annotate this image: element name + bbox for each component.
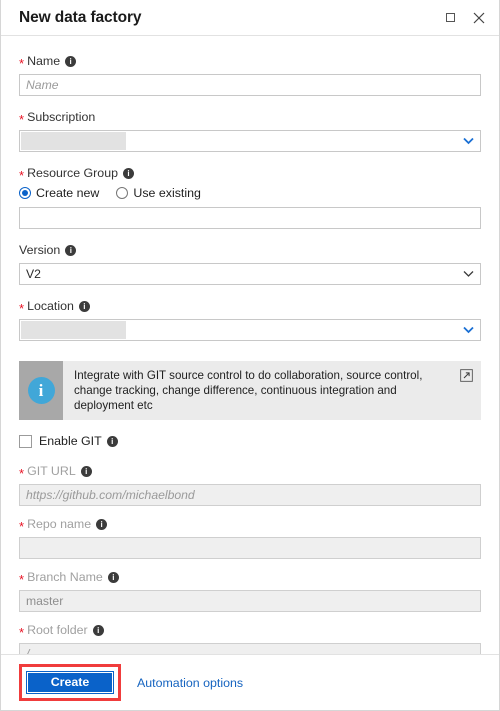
info-icon[interactable]: i	[78, 301, 90, 312]
radio-dot	[116, 187, 129, 199]
label-location: * Location i	[19, 299, 481, 316]
enable-git-row[interactable]: Enable GIT i	[19, 434, 481, 448]
radio-create-new[interactable]: Create new	[19, 186, 99, 200]
close-x-icon	[473, 12, 485, 23]
info-icon[interactable]: i	[80, 466, 92, 477]
label-name: * Name i	[19, 54, 481, 71]
required-asterisk: *	[19, 167, 25, 183]
chevron-down-icon	[463, 271, 474, 277]
info-icon[interactable]: i	[96, 519, 108, 530]
create-button-highlight: Create	[19, 664, 121, 701]
banner-icon-area: i	[19, 361, 63, 420]
radio-use-existing-label: Use existing	[133, 186, 201, 200]
field-resource-group: * Resource Group i Create new Use existi…	[19, 166, 481, 229]
label-root-folder-text: Root folder	[27, 623, 88, 637]
resource-group-radio-group: Create new Use existing	[19, 186, 481, 200]
enable-git-label: Enable GIT	[39, 434, 102, 448]
banner-link-button[interactable]	[451, 361, 481, 420]
enable-git-label-wrap: Enable GIT i	[39, 434, 118, 448]
create-button[interactable]: Create	[26, 671, 114, 694]
required-asterisk: *	[19, 624, 25, 640]
blade-footer: Create Automation options	[1, 654, 499, 710]
label-subscription: * Subscription	[19, 110, 481, 127]
location-dropdown[interactable]	[19, 319, 481, 341]
required-asterisk: *	[19, 465, 25, 481]
external-link-icon	[459, 369, 473, 382]
root-folder-input: /	[19, 643, 481, 654]
page-title: New data factory	[19, 8, 142, 26]
git-info-banner: i Integrate with GIT source control to d…	[19, 361, 481, 420]
enable-git-checkbox[interactable]	[19, 434, 32, 448]
label-git-url-text: GIT URL	[27, 464, 76, 478]
label-name-text: Name	[27, 54, 61, 68]
label-branch-name-text: Branch Name	[27, 570, 103, 584]
required-asterisk: *	[19, 571, 25, 587]
info-icon[interactable]: i	[122, 168, 134, 179]
new-data-factory-blade: New data factory * Name i Name * Subscri…	[0, 0, 500, 711]
label-branch-name: * Branch Name i	[19, 570, 481, 587]
branch-name-placeholder: master	[26, 594, 64, 608]
label-repo-name: * Repo name i	[19, 517, 481, 534]
info-icon[interactable]: i	[65, 56, 77, 67]
repo-name-input	[19, 537, 481, 559]
resource-group-input[interactable]	[19, 207, 481, 229]
label-resource-group-text: Resource Group	[27, 166, 118, 180]
required-asterisk: *	[19, 300, 25, 316]
label-version: Version i	[19, 243, 481, 258]
label-root-folder: * Root folder i	[19, 623, 481, 640]
info-circle-icon: i	[27, 377, 55, 404]
maximize-square-icon	[445, 13, 455, 22]
redaction-block	[21, 132, 126, 150]
label-version-text: Version	[19, 243, 61, 257]
version-dropdown[interactable]: V2	[19, 263, 481, 285]
label-resource-group: * Resource Group i	[19, 166, 481, 183]
field-git-url: * GIT URL i https://github.com/michaelbo…	[19, 464, 481, 506]
required-asterisk: *	[19, 518, 25, 534]
field-repo-name: * Repo name i	[19, 517, 481, 559]
info-icon[interactable]: i	[107, 572, 119, 583]
version-value: V2	[26, 267, 41, 281]
blade-titlebar: New data factory	[1, 0, 499, 36]
chevron-down-icon	[463, 137, 474, 145]
info-icon[interactable]: i	[106, 435, 118, 447]
label-git-url: * GIT URL i	[19, 464, 481, 481]
field-subscription: * Subscription	[19, 110, 481, 152]
chevron-down-icon	[463, 326, 474, 334]
required-asterisk: *	[19, 55, 25, 71]
automation-options-link[interactable]: Automation options	[137, 676, 243, 690]
git-url-placeholder: https://github.com/michaelbond	[26, 488, 195, 502]
maximize-button[interactable]	[442, 10, 458, 26]
redaction-block	[21, 321, 126, 339]
banner-text: Integrate with GIT source control to do …	[74, 369, 423, 412]
field-location: * Location i	[19, 299, 481, 341]
radio-dot-selected	[19, 187, 31, 199]
info-icon[interactable]: i	[92, 625, 104, 636]
form-body: * Name i Name * Subscription * Resource …	[1, 36, 499, 654]
close-button[interactable]	[471, 10, 487, 26]
radio-create-new-label: Create new	[36, 186, 100, 200]
info-icon[interactable]: i	[65, 245, 77, 256]
git-url-input: https://github.com/michaelbond	[19, 484, 481, 506]
field-name: * Name i Name	[19, 54, 481, 96]
window-controls	[442, 10, 487, 26]
name-input[interactable]: Name	[19, 74, 481, 96]
label-repo-name-text: Repo name	[27, 517, 92, 531]
branch-name-input: master	[19, 590, 481, 612]
subscription-dropdown[interactable]	[19, 130, 481, 152]
field-version: Version i V2	[19, 243, 481, 285]
field-root-folder: * Root folder i /	[19, 623, 481, 654]
field-branch-name: * Branch Name i master	[19, 570, 481, 612]
required-asterisk: *	[19, 111, 25, 127]
root-folder-placeholder: /	[26, 647, 30, 654]
radio-use-existing[interactable]: Use existing	[116, 186, 201, 200]
label-subscription-text: Subscription	[27, 110, 96, 124]
label-location-text: Location	[27, 299, 74, 313]
name-input-placeholder: Name	[26, 78, 59, 92]
